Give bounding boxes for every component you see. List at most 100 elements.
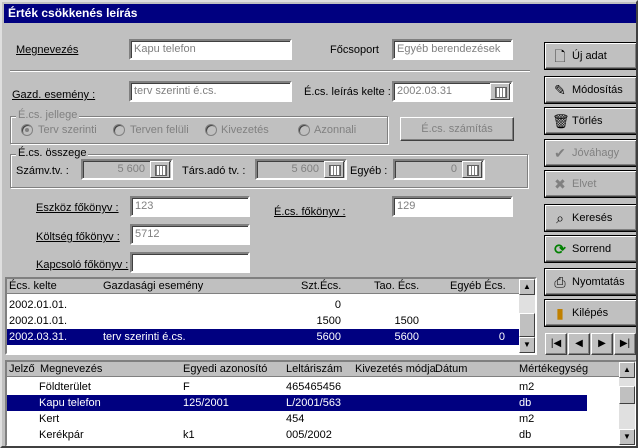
scroll-down-arrow[interactable]: ▼ [619,429,635,445]
radio-terven-feluli[interactable] [113,124,125,136]
cell: terv szerinti é.cs. [103,331,186,343]
jovahagy-button[interactable]: ✔ Jóváhagy [545,140,636,166]
kilepes-button[interactable]: ▮ Kilépés [545,300,636,326]
cell: 005/2002 [286,429,332,441]
cell: 5600 [316,331,341,343]
table-row[interactable]: Kerékpár k1 005/2002 db [7,427,587,443]
asset-table[interactable]: Jelző Megnevezés Egyedi azonosító Leltár… [5,360,636,446]
nyomtatas-button[interactable]: ⎙ Nyomtatás [545,269,636,295]
radio-kivezetes[interactable] [205,124,217,136]
col-header[interactable]: Mértékegység [519,363,588,376]
col-header[interactable]: Egyéb Écs. [450,280,506,293]
prev-record-button[interactable]: ◀ [568,333,590,355]
history-table[interactable]: Écs. kelte Gazdasági esemény Szt.Écs. Ta… [5,277,537,355]
scroll-thumb[interactable] [619,386,635,404]
check-icon: ✔ [554,145,566,161]
col-header[interactable]: Tao. Écs. [374,280,419,293]
table-row[interactable]: 2002.03.31. terv szerinti é.cs. 5600 560… [7,329,519,345]
new-document-icon: 🗋 [554,48,566,64]
calculator-icon[interactable] [150,161,170,178]
cell: db [519,429,532,441]
asset-scrollbar[interactable]: ▲ ▼ [619,362,635,445]
search-icon: ⌕ [556,210,564,226]
modositas-label: Módosítás [572,84,623,96]
scroll-down-arrow[interactable]: ▼ [519,337,535,353]
gazd-esemeny-label: Gazd. esemény : [12,89,96,101]
cell: 5600 [394,331,419,343]
col-header[interactable]: Gazdasági esemény [103,280,203,293]
cell: 465465456 [286,381,342,393]
ecs-osszege-title: É.cs. összege [16,147,89,160]
cell: Kert [39,413,60,425]
cell: 0 [498,331,505,343]
ecs-fokonyv-field[interactable]: 129 [392,196,513,217]
first-record-button[interactable]: |◀ [545,333,567,355]
calendar-icon[interactable] [490,83,510,100]
cell: 2002.01.01. [9,315,68,327]
cell: 1500 [316,315,341,327]
cell: db [519,397,532,409]
sorrend-button[interactable]: ⟳ Sorrend [545,236,636,262]
ecs-jellege-title: É.cs. jellege [16,109,80,122]
next-record-button[interactable]: ▶ [591,333,613,355]
col-header[interactable]: Kivezetés módja [355,363,436,376]
col-header[interactable]: Leltáriszám [286,363,342,376]
table-row[interactable]: Kapu telefon 125/2001 L/2001/563 db [7,395,587,411]
table-row[interactable]: Földterület F 465465456 m2 [7,379,587,395]
col-header[interactable]: Megnevezés [40,363,102,376]
sorrend-label: Sorrend [572,243,612,255]
scroll-up-arrow[interactable]: ▲ [619,362,635,378]
radio-azonnali[interactable] [298,124,310,136]
modositas-button[interactable]: ✎ Módosítás [545,77,636,103]
cell: m2 [519,413,535,425]
eszkoz-fokonyv-field[interactable]: 123 [130,196,250,217]
history-scrollbar[interactable]: ▲ ▼ [519,279,535,353]
cell: Kerékpár [39,429,84,441]
radio-terven-feluli-label: Terven felüli [130,124,189,136]
calculator-icon[interactable] [324,161,344,178]
col-header[interactable]: Dátum [435,363,467,376]
megnevezes-label: Megnevezés [16,44,79,56]
kereses-button[interactable]: ⌕ Keresés [545,205,636,231]
radio-azonnali-label: Azonnali [314,124,357,136]
last-record-button[interactable]: ▶| [614,333,636,355]
main-window: Érték csökkenés leírás Megnevezés Kapu t… [0,0,638,448]
edit-icon: ✎ [554,82,566,98]
torles-label: Törlés [572,115,603,127]
table-row[interactable]: Kert 454 m2 [7,411,587,427]
col-header[interactable]: Écs. kelte [9,280,57,293]
radio-terv-szerinti-label: Terv szerinti [38,124,97,136]
uj-adat-button[interactable]: 🗋 Új adat [545,43,636,69]
cell: 2002.03.31. [9,331,68,343]
koltseg-fokonyv-field[interactable]: 5712 [130,224,250,245]
radio-terv-szerinti[interactable] [21,124,33,136]
calculator-icon[interactable] [462,161,482,178]
kilepes-label: Kilépés [572,307,609,319]
table-row[interactable]: 2002.01.01. 0 [7,297,519,313]
refresh-icon: ⟳ [554,241,566,257]
scroll-thumb[interactable] [519,313,535,337]
gazd-esemeny-field[interactable]: terv szerinti é.cs. [129,81,292,102]
col-header[interactable]: Egyedi azonosító [183,363,267,376]
col-header[interactable]: Szt.Écs. [301,280,341,293]
trash-icon: 🗑 [552,113,570,129]
table-row[interactable]: 2002.01.01. 1500 1500 [7,313,519,329]
kapcsolo-fokonyv-field[interactable] [130,252,250,273]
elvet-button[interactable]: ✖ Elvet [545,171,636,197]
szamv-tv-label: Számv.tv. : [16,165,69,177]
exit-door-icon: ▮ [556,305,564,321]
megnevezes-field[interactable]: Kapu telefon [129,39,292,60]
egyeb-label: Egyéb : [350,165,388,177]
koltseg-fokonyv-label: Költség főkönyv : [36,231,120,243]
printer-icon: ⎙ [554,274,566,290]
title-bar: Érték csökkenés leírás [4,4,636,23]
kapcsolo-fokonyv-label: Kapcsoló főkönyv : [36,259,129,271]
history-table-header: Écs. kelte Gazdasági esemény Szt.Écs. Ta… [7,279,519,294]
radio-kivezetes-label: Kivezetés [221,124,269,136]
cell: 0 [334,299,341,311]
ecs-szamitas-button[interactable]: É.cs. számítás [400,117,514,141]
col-header[interactable]: Jelző [9,363,35,376]
focsoport-field[interactable]: Egyéb berendezések [392,39,513,60]
torles-button[interactable]: 🗑 Törlés [545,108,636,134]
scroll-up-arrow[interactable]: ▲ [519,279,535,295]
